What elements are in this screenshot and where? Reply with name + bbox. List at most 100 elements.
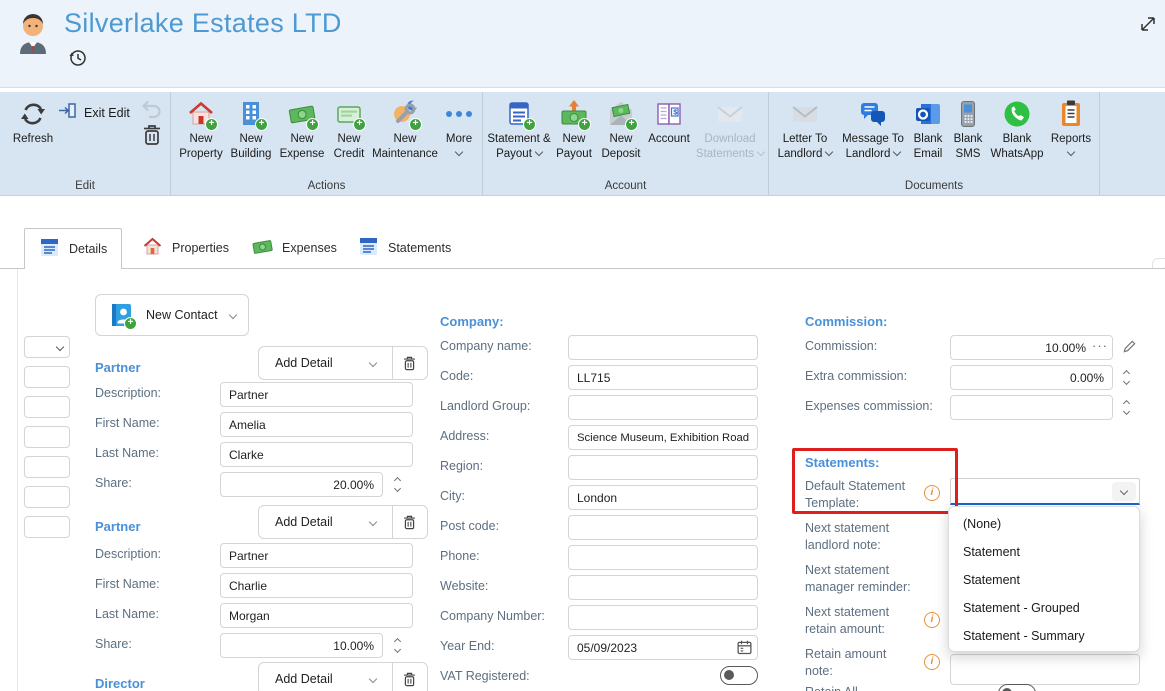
letter-icon bbox=[789, 98, 821, 130]
post-code-input[interactable] bbox=[568, 515, 758, 540]
new-property-button[interactable]: + New Property bbox=[175, 98, 227, 161]
ribbon-group-documents: Letter To Landlord Message To Landlord B… bbox=[769, 92, 1100, 195]
delete-detail-button[interactable] bbox=[391, 663, 427, 691]
info-icon[interactable]: i bbox=[924, 485, 940, 501]
new-payout-button[interactable]: + New Payout bbox=[551, 98, 597, 161]
last-name-input[interactable] bbox=[220, 603, 413, 628]
edit-pencil-icon[interactable] bbox=[1122, 339, 1137, 359]
info-icon[interactable]: i bbox=[924, 654, 940, 670]
delete-detail-button[interactable] bbox=[391, 506, 427, 538]
last-name-input[interactable] bbox=[220, 442, 413, 467]
share-input[interactable] bbox=[220, 633, 383, 658]
region-input[interactable] bbox=[568, 455, 758, 480]
retain-amount-note-input[interactable] bbox=[950, 654, 1140, 685]
expenses-tab-icon bbox=[252, 236, 273, 260]
ribbon-group-account: + Statement & Payout + New Payout + New … bbox=[483, 92, 769, 195]
statement-payout-button[interactable]: + Statement & Payout bbox=[487, 98, 551, 161]
plus-badge-icon: + bbox=[124, 317, 137, 330]
stub-field[interactable] bbox=[24, 396, 70, 418]
new-expense-button[interactable]: + New Expense bbox=[277, 98, 327, 161]
stub-field[interactable] bbox=[24, 456, 70, 478]
city-input[interactable] bbox=[568, 485, 758, 510]
blank-sms-button[interactable]: Blank SMS bbox=[949, 98, 987, 161]
first-name-input[interactable] bbox=[220, 573, 413, 598]
share-spinner[interactable] bbox=[390, 633, 404, 657]
description-input[interactable] bbox=[220, 382, 413, 407]
ellipsis-icon[interactable]: ··· bbox=[1092, 338, 1108, 353]
history-icon[interactable] bbox=[66, 46, 90, 70]
plus-badge-icon: + bbox=[205, 118, 218, 131]
stub-dropdown[interactable] bbox=[24, 336, 70, 358]
phone-input[interactable] bbox=[568, 545, 758, 570]
year-end-input[interactable] bbox=[568, 635, 758, 660]
dropdown-option[interactable]: Statement bbox=[949, 538, 1139, 566]
section-title-statements: Statements: bbox=[805, 455, 880, 470]
stub-field[interactable] bbox=[24, 366, 70, 388]
new-contact-button[interactable]: + New Contact bbox=[95, 294, 249, 336]
refresh-label: Refresh bbox=[12, 133, 54, 145]
refresh-button[interactable]: Refresh bbox=[6, 98, 60, 147]
letter-to-landlord-button[interactable]: Letter To Landlord bbox=[773, 98, 837, 161]
address-input[interactable] bbox=[568, 425, 758, 450]
add-detail-button[interactable]: Add Detail bbox=[259, 506, 392, 538]
expand-icon[interactable] bbox=[1136, 12, 1160, 36]
tab-statements[interactable]: Statements bbox=[344, 228, 465, 268]
default-statement-template-combobox[interactable] bbox=[950, 478, 1140, 505]
share-spinner[interactable] bbox=[390, 472, 404, 496]
chevron-down-icon bbox=[228, 310, 238, 320]
description-input[interactable] bbox=[220, 543, 413, 568]
new-deposit-button[interactable]: + New Deposit bbox=[597, 98, 645, 161]
add-detail-button[interactable]: Add Detail bbox=[259, 347, 392, 379]
tab-details[interactable]: Details bbox=[24, 228, 123, 269]
extra-commission-spinner[interactable] bbox=[1119, 365, 1133, 389]
landlord-group-input[interactable] bbox=[568, 395, 758, 420]
delete-icon[interactable] bbox=[139, 122, 165, 148]
reports-button[interactable]: Reports bbox=[1047, 98, 1095, 156]
commission-input[interactable] bbox=[950, 335, 1113, 360]
tab-expenses[interactable]: Expenses bbox=[238, 228, 351, 268]
expenses-commission-input[interactable] bbox=[950, 395, 1113, 420]
stub-field[interactable] bbox=[24, 486, 70, 508]
retain-all-toggle[interactable] bbox=[998, 684, 1036, 691]
new-maintenance-button[interactable]: + New Maintenance bbox=[371, 98, 439, 161]
dropdown-option[interactable]: Statement - Summary bbox=[949, 622, 1139, 650]
new-credit-button[interactable]: + New Credit bbox=[327, 98, 371, 161]
dropdown-option[interactable]: Statement bbox=[949, 566, 1139, 594]
expenses-commission-spinner[interactable] bbox=[1119, 395, 1133, 419]
company-number-input[interactable] bbox=[568, 605, 758, 630]
more-button[interactable]: More bbox=[439, 98, 479, 156]
delete-detail-button[interactable] bbox=[391, 347, 427, 379]
add-detail-button[interactable]: Add Detail bbox=[259, 663, 392, 691]
stub-field[interactable] bbox=[24, 516, 70, 538]
vat-registered-toggle[interactable] bbox=[720, 666, 758, 685]
share-input[interactable] bbox=[220, 472, 383, 497]
dropdown-option[interactable]: (None) bbox=[949, 510, 1139, 538]
new-building-button[interactable]: + New Building bbox=[227, 98, 275, 161]
code-label: Code: bbox=[440, 369, 474, 383]
info-icon[interactable]: i bbox=[924, 612, 940, 628]
combo-dropdown-button[interactable] bbox=[1112, 481, 1136, 501]
stub-field[interactable] bbox=[24, 426, 70, 448]
extra-commission-input[interactable] bbox=[950, 365, 1113, 390]
next-statement-retain-amount-label: Next statement retain amount: bbox=[805, 605, 890, 636]
blank-email-button[interactable]: Blank Email bbox=[907, 98, 949, 161]
account-button[interactable]: $ Account bbox=[645, 98, 693, 147]
exit-edit-icon bbox=[58, 102, 77, 124]
calendar-icon[interactable] bbox=[736, 639, 753, 661]
group-label-documents: Documents bbox=[904, 180, 964, 192]
retain-amount-note-label: Retain amount note: bbox=[805, 647, 887, 678]
exit-edit-button[interactable]: Exit Edit bbox=[58, 102, 130, 124]
website-input[interactable] bbox=[568, 575, 758, 600]
company-name-input[interactable] bbox=[568, 335, 758, 360]
vat-registered-label: VAT Registered: bbox=[440, 669, 530, 683]
dropdown-option[interactable]: Statement - Grouped bbox=[949, 594, 1139, 622]
message-to-landlord-button[interactable]: Message To Landlord bbox=[839, 98, 907, 161]
tab-properties[interactable]: Properties bbox=[128, 228, 243, 268]
first-name-input[interactable] bbox=[220, 412, 413, 437]
code-input[interactable] bbox=[568, 365, 758, 390]
blank-whatsapp-button[interactable]: Blank WhatsApp bbox=[987, 98, 1047, 161]
chevron-down-icon bbox=[1066, 147, 1076, 156]
share-label: Share: bbox=[95, 476, 132, 490]
next-statement-manager-reminder-label: Next statement manager reminder: bbox=[805, 563, 911, 594]
expenses-commission-label: Expenses commission: bbox=[805, 399, 933, 413]
